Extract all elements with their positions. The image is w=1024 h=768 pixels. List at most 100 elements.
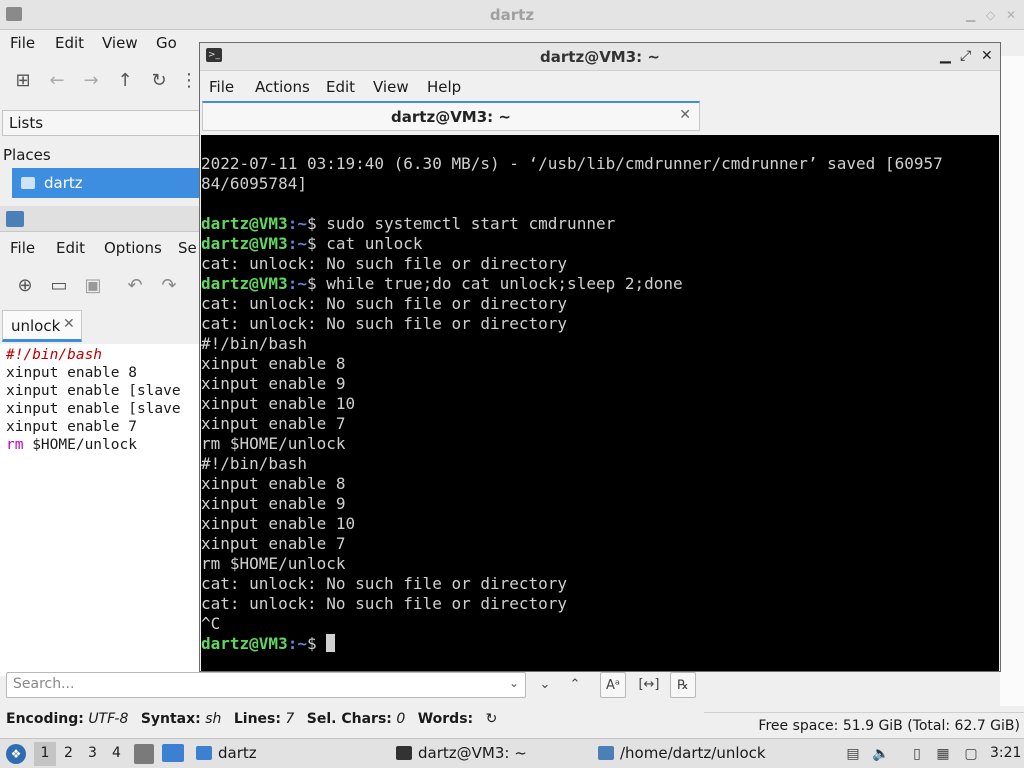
fm-menu-go[interactable]: Go [156, 34, 177, 52]
words-label: Words: [417, 711, 474, 727]
terminal-output-line: #!/bin/bash [201, 334, 307, 353]
encoding-label: Encoding: [6, 711, 84, 727]
terminal-output-line: #!/bin/bash [201, 454, 307, 473]
terminal-command-line: dartz@VM3:~$ sudo systemctl start cmdrun… [201, 214, 616, 233]
terminal-output-line: xinput enable 8 [201, 354, 346, 373]
task-file-manager[interactable]: dartz [192, 742, 382, 766]
lines-label: Lines: [233, 711, 281, 727]
terminal-output-line: xinput enable 7 [201, 534, 346, 553]
match-case-icon[interactable]: Aᵃ [600, 672, 626, 698]
editor-line: xinput enable 8 [6, 365, 137, 381]
terminal-menubar: File Actions Edit View Help [200, 73, 1000, 101]
notification-icon[interactable]: ▢ [962, 745, 980, 763]
terminal-menu-view[interactable]: View [373, 78, 409, 96]
places-item-dartz[interactable]: dartz [12, 168, 202, 198]
workspace-4[interactable]: 4 [112, 745, 121, 761]
task-label: dartz [218, 744, 257, 762]
terminal-output-line: xinput enable 10 [201, 514, 356, 533]
forward-arrow-icon[interactable]: → [80, 70, 102, 92]
fm-menu-view[interactable]: View [102, 34, 138, 52]
undo-icon[interactable]: ↶ [124, 275, 146, 297]
editor-menu-search[interactable]: Se [178, 239, 197, 257]
show-desktop-icon[interactable] [162, 744, 184, 762]
minimize-icon[interactable]: ▁ [966, 8, 975, 22]
terminal-menu-help[interactable]: Help [427, 78, 461, 96]
close-icon[interactable]: ✕ [1006, 8, 1016, 22]
search-input[interactable]: Search... ⌄ [6, 672, 526, 698]
terminal-window: >_ dartz@VM3: ~ ▁ ⤢ ✕ File Actions Edit … [199, 42, 1001, 672]
refresh-count-icon[interactable]: ↻ [486, 711, 498, 727]
editor-statusbar: Encoding: UTF-8 Syntax: sh Lines: 7 Sel.… [0, 706, 704, 736]
maximize-icon[interactable]: ⤢ [960, 48, 971, 64]
network-icon[interactable]: ▦ [934, 745, 952, 763]
find-next-chevron-down-icon[interactable]: ⌄ [532, 672, 558, 698]
editor-menu-file[interactable]: File [10, 239, 35, 257]
terminal-menu-edit[interactable]: Edit [326, 78, 355, 96]
whole-word-icon[interactable]: [↔] [636, 672, 662, 698]
terminal-output-line: cat: unlock: No such file or directory [201, 574, 568, 593]
home-folder-icon [21, 177, 35, 189]
terminal-tab[interactable]: dartz@VM3: ~ ✕ [202, 101, 700, 131]
terminal-output-line: 2022-07-11 03:19:40 (6.30 MB/s) - ‘/usb/… [201, 154, 943, 173]
regex-icon[interactable]: ℞ [670, 672, 696, 698]
volume-icon[interactable]: 🔈 [872, 745, 890, 763]
fm-window-controls: ▁ ◇ ✕ [964, 8, 1020, 22]
fm-toolbar: ⊞ ← → ↑ ↻ ⋮ [0, 64, 200, 100]
maximize-icon[interactable]: ◇ [986, 8, 995, 22]
task-terminal[interactable]: dartz@VM3: ~ [392, 742, 588, 766]
search-placeholder: Search... [13, 676, 75, 692]
terminal-menu-file[interactable]: File [209, 78, 234, 96]
task-label: dartz@VM3: ~ [418, 744, 527, 762]
fm-menu-file[interactable]: File [10, 34, 35, 52]
clipboard-icon[interactable]: ▯ [908, 745, 926, 763]
start-menu-icon[interactable]: ❖ [6, 744, 26, 764]
back-arrow-icon[interactable]: ← [46, 70, 68, 92]
new-tab-icon[interactable]: ⊞ [12, 70, 34, 92]
open-folder-icon[interactable]: ▭ [48, 275, 70, 297]
fm-file-view[interactable] [1000, 56, 1024, 706]
fm-menu-edit[interactable]: Edit [55, 34, 84, 52]
workspace-2[interactable]: 2 [64, 745, 73, 761]
workspace-3[interactable]: 3 [88, 745, 97, 761]
terminal-output-line: cat: unlock: No such file or directory [201, 294, 568, 313]
editor-tab-unlock[interactable]: unlock ✕ [2, 310, 82, 342]
editor-line: #!/bin/bash [6, 347, 103, 363]
terminal-output-line: ^C [201, 614, 221, 633]
terminal-cursor [326, 634, 336, 652]
workspace-1[interactable]: 1 [34, 742, 56, 766]
chevron-down-icon[interactable]: ⌄ [509, 676, 519, 690]
text-editor-icon [598, 746, 614, 760]
updates-icon[interactable]: ▤ [844, 745, 862, 763]
close-tab-icon[interactable]: ✕ [679, 107, 691, 123]
editor-menu-edit[interactable]: Edit [56, 239, 85, 257]
terminal-menu-actions[interactable]: Actions [255, 78, 310, 96]
editor-menu-options[interactable]: Options [104, 239, 162, 257]
minimize-icon[interactable]: ▁ [940, 48, 951, 64]
terminal-output[interactable]: 2022-07-11 03:19:40 (6.30 MB/s) - ‘/usb/… [201, 135, 999, 671]
close-icon[interactable]: ✕ [981, 48, 993, 64]
lines-value: 7 [285, 711, 295, 727]
text-editor-icon [6, 211, 24, 227]
terminal-output-line: cat: unlock: No such file or directory [201, 594, 568, 613]
fm-lists-header[interactable]: Lists [2, 110, 200, 136]
find-prev-chevron-up-icon[interactable]: ⌃ [562, 672, 588, 698]
terminal-output-line: xinput enable 9 [201, 494, 346, 513]
editor-text-area[interactable]: #!/bin/bash xinput enable 8 xinput enable … [0, 344, 200, 676]
task-text-editor[interactable]: /home/dartz/unlock [594, 742, 794, 766]
file-manager-launcher-icon[interactable] [134, 744, 154, 764]
redo-icon[interactable]: ↷ [158, 275, 180, 297]
terminal-titlebar[interactable]: >_ dartz@VM3: ~ ▁ ⤢ ✕ [200, 43, 1000, 71]
up-arrow-icon[interactable]: ↑ [114, 70, 136, 92]
save-icon[interactable]: ▣ [82, 275, 104, 297]
free-space-text: Free space: 51.9 GiB (Total: 62.7 GiB) [758, 718, 1020, 734]
fm-places-label: Places [3, 146, 51, 164]
fm-titlebar[interactable]: dartz ▁ ◇ ✕ [0, 0, 1024, 30]
close-tab-icon[interactable]: ✕ [63, 316, 75, 332]
reload-icon[interactable]: ↻ [148, 70, 170, 92]
toolbar-separator: ⋮ [180, 70, 198, 91]
new-file-icon[interactable]: ⊕ [14, 275, 36, 297]
fm-window-title: dartz [489, 6, 535, 24]
editor-line: rm $HOME/unlock [6, 437, 137, 453]
terminal-command-line: dartz@VM3:~$ [201, 634, 999, 654]
